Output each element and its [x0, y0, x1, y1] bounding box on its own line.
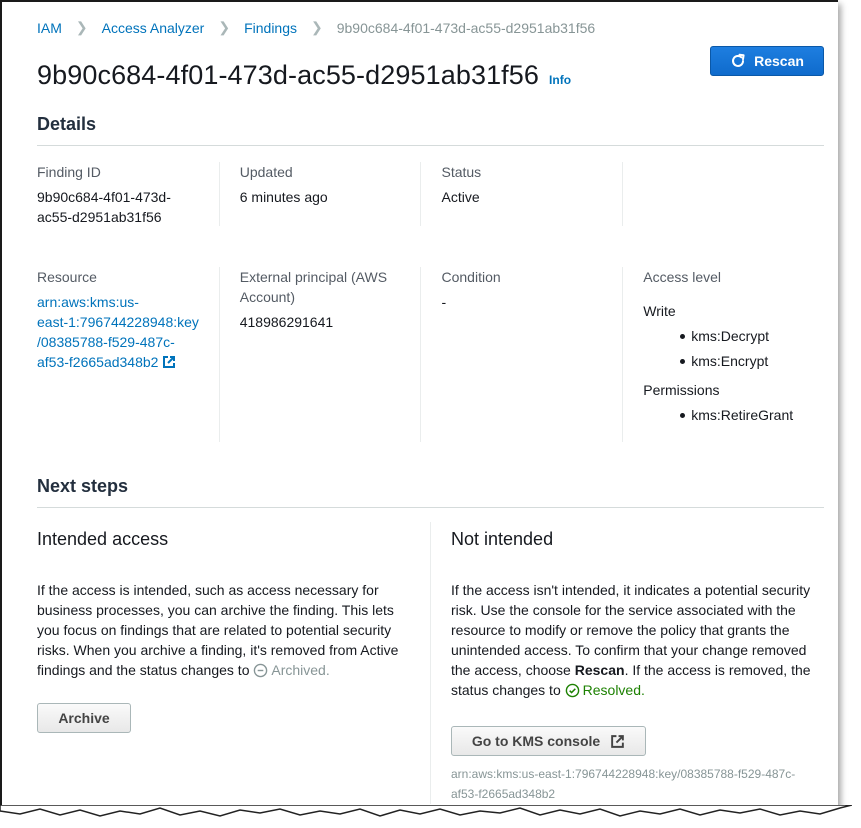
not-intended-column: Not intended If the access isn't intende…	[430, 522, 824, 804]
finding-id-value: 9b90c684-4f01-473d- ac55-d2951ab31f56	[37, 187, 209, 227]
intended-access-title: Intended access	[37, 529, 169, 549]
rescan-emphasis: Rescan	[574, 662, 625, 678]
details-row-1: Finding ID 9b90c684-4f01-473d- ac55-d295…	[37, 162, 824, 226]
access-list-write: kms:Decrypt kms:Encrypt	[643, 326, 814, 371]
finding-id-label: Finding ID	[37, 164, 101, 180]
resource-arn-line: arn:aws:kms:us-	[37, 294, 139, 310]
status-label: Status	[441, 164, 482, 180]
resource-arn-line-last: af53-f2665ad348b2	[37, 352, 209, 372]
status-cell: Status Active	[420, 162, 622, 226]
resource-label: Resource	[37, 269, 97, 285]
breadcrumb-current: 9b90c684-4f01-473d-ac55-d2951ab31f56	[336, 19, 596, 36]
resource-arn-line: east-1:796744228948:key	[37, 314, 199, 330]
external-principal-label-line: Account)	[239, 289, 295, 305]
rescan-button[interactable]: Rescan	[710, 46, 824, 76]
rescan-label: Rescan	[754, 53, 804, 69]
kms-button-label: Go to KMS console	[471, 733, 601, 749]
not-intended-text: If the access isn't intended, it indicat…	[451, 580, 826, 700]
info-link[interactable]: Info	[549, 73, 571, 87]
updated-cell: Updated 6 minutes ago	[218, 162, 421, 226]
access-action: kms:RetireGrant	[643, 405, 814, 425]
resource-arn-link[interactable]: arn:aws:kms:us- east-1:796744228948:key …	[37, 292, 209, 372]
updated-label: Updated	[239, 164, 293, 180]
breadcrumb-access-analyzer[interactable]: Access Analyzer	[102, 20, 205, 36]
finding-id-line1: 9b90c684-4f01-473d-	[37, 189, 171, 205]
page-frame: IAM ❯ Access Analyzer ❯ Findings ❯ 9b90c…	[0, 0, 838, 808]
torn-edge-bottom	[0, 804, 853, 828]
intended-access-body: If the access is intended, such as acces…	[37, 582, 399, 678]
not-intended-title: Not intended	[451, 529, 554, 549]
title-row: 9b90c684-4f01-473d-ac55-d2951ab31f56 Inf…	[37, 60, 571, 91]
breadcrumb-findings[interactable]: Findings	[244, 20, 297, 36]
archive-button[interactable]: Archive	[37, 703, 131, 733]
finding-id-line2: ac55-d2951ab31f56	[37, 209, 162, 225]
breadcrumb: IAM ❯ Access Analyzer ❯ Findings ❯ 9b90c…	[37, 19, 595, 36]
access-action: kms:Decrypt	[643, 326, 814, 346]
page-title: 9b90c684-4f01-473d-ac55-d2951ab31f56	[37, 60, 540, 90]
go-to-kms-console-button[interactable]: Go to KMS console	[451, 726, 646, 756]
intended-access-text: If the access is intended, such as acces…	[37, 580, 412, 680]
chevron-right-icon: ❯	[218, 19, 231, 35]
resource-cell: Resource arn:aws:kms:us- east-1:79674422…	[37, 267, 219, 442]
chevron-right-icon: ❯	[75, 19, 88, 35]
access-level-cell: Access level Write kms:Decrypt kms:Encry…	[622, 267, 824, 442]
resource-arn-line: /08385788-f529-487c-	[37, 334, 175, 350]
access-group-permissions: Permissions	[643, 382, 720, 398]
torn-edge-graphic	[0, 804, 853, 817]
access-group-write: Write	[643, 303, 676, 319]
resolved-status: Resolved.	[565, 682, 645, 698]
details-heading: Details	[37, 114, 97, 134]
minus-circle-icon	[254, 663, 268, 678]
external-principal-label: External principal (AWS Account)	[240, 267, 411, 307]
archived-status: Archived.	[253, 662, 330, 678]
status-value: Active	[441, 189, 480, 205]
next-steps-columns: Intended access If the access is intende…	[37, 522, 824, 804]
external-principal-value: 418986291641	[239, 314, 334, 330]
chevron-right-icon: ❯	[311, 19, 323, 35]
check-circle-icon	[565, 683, 579, 698]
external-link-icon	[163, 356, 176, 368]
next-steps-heading: Next steps	[37, 476, 129, 496]
external-link-icon	[611, 734, 624, 748]
empty-cell	[622, 162, 824, 226]
access-action: kms:Encrypt	[643, 351, 814, 371]
updated-value: 6 minutes ago	[239, 189, 328, 205]
resolved-status-label: Resolved.	[582, 682, 645, 698]
external-principal-cell: External principal (AWS Account) 4189862…	[218, 267, 421, 442]
intended-access-column: Intended access If the access is intende…	[37, 522, 430, 804]
kms-arn-caption: arn:aws:kms:us-east-1:796744228948:key/0…	[451, 767, 796, 801]
finding-id-cell: Finding ID 9b90c684-4f01-473d- ac55-d295…	[37, 162, 219, 226]
archived-status-label: Archived.	[271, 662, 330, 678]
refresh-icon	[732, 53, 745, 67]
access-list-permissions: kms:RetireGrant	[643, 405, 814, 425]
next-steps-divider	[37, 507, 824, 508]
details-divider	[37, 145, 824, 146]
access-level-label: Access level	[643, 269, 722, 285]
condition-label: Condition	[441, 269, 501, 285]
breadcrumb-iam[interactable]: IAM	[37, 20, 62, 36]
details-row-2: Resource arn:aws:kms:us- east-1:79674422…	[37, 267, 824, 442]
condition-cell: Condition -	[420, 267, 622, 442]
condition-value: -	[441, 294, 447, 310]
resource-arn-line: af53-f2665ad348b2	[37, 354, 159, 370]
external-principal-label-line: External principal (AWS	[239, 269, 388, 285]
